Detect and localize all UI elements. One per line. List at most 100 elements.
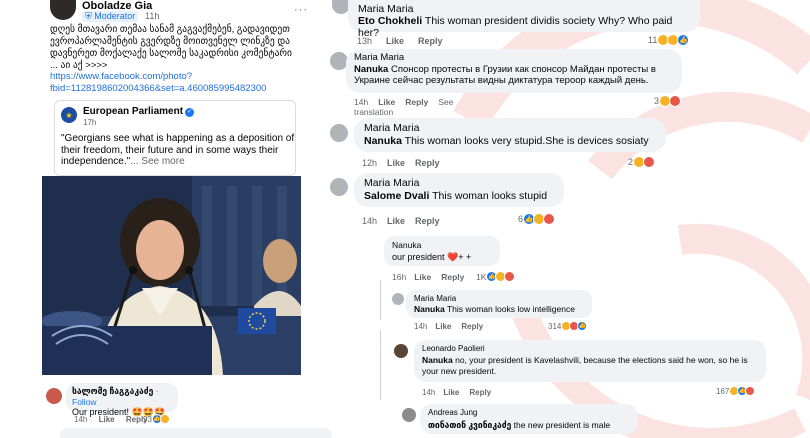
reaction-summary[interactable]: 2 <box>628 156 656 168</box>
reply-button[interactable]: Reply <box>441 272 464 282</box>
comment-actions: 14h Like Reply See translation <box>354 97 453 117</box>
reply-button[interactable]: Reply <box>415 216 440 226</box>
like-button[interactable]: Like <box>386 36 404 46</box>
shared-page-name[interactable]: European Parliament ✓ <box>83 106 195 117</box>
reaction-count: 93 <box>143 414 152 424</box>
comment-bubble: Maria Maria Nanuka This woman looks very… <box>354 118 666 152</box>
comment-time[interactable]: 14h <box>362 216 377 226</box>
comment-actions: 12h Like Reply <box>362 158 454 168</box>
post-timestamp[interactable]: 11h <box>145 11 159 22</box>
reaction-count: 167 <box>716 386 730 396</box>
haha-icon <box>159 414 170 424</box>
comment-text: This woman looks stupid <box>432 190 548 202</box>
comment-mention[interactable]: თინათინ კვინიკაძე <box>428 420 511 430</box>
reaction-summary[interactable]: 167 👍 <box>716 386 756 396</box>
avatar[interactable] <box>402 408 416 422</box>
like-button[interactable]: Like <box>387 158 405 168</box>
comment-author[interactable]: Maria Maria <box>354 52 674 64</box>
comment-author[interactable]: Maria Maria <box>358 3 690 15</box>
avatar[interactable] <box>394 344 408 358</box>
comment-time[interactable]: 14h <box>422 388 435 397</box>
post-link[interactable]: https://www.facebook.com/photo?fbid=1128… <box>50 71 340 95</box>
like-icon: 👍 <box>577 321 588 331</box>
angry-icon <box>745 386 756 396</box>
avatar[interactable] <box>50 0 76 20</box>
comment-author[interactable]: სალომე ჩაგგაკაძე <box>72 386 153 396</box>
reply-button[interactable]: Reply <box>418 36 443 46</box>
comment-actions: 13h Like Reply <box>357 36 457 46</box>
comment-time[interactable]: 14h <box>414 322 427 331</box>
comment-mention[interactable]: Salome Dvali <box>364 190 429 202</box>
avatar[interactable] <box>330 178 348 196</box>
avatar[interactable] <box>392 293 404 305</box>
comment-author[interactable]: Andreas Jung <box>428 407 630 419</box>
angry-icon <box>504 271 516 282</box>
comment-text: no, your president is Kavelashvili, beca… <box>422 354 748 377</box>
reply-button[interactable]: Reply <box>461 322 483 331</box>
reaction-summary[interactable]: 93 👍 <box>143 414 170 424</box>
reply-button[interactable]: Reply <box>415 158 440 168</box>
avatar[interactable] <box>46 388 62 404</box>
moderator-label: Moderator <box>94 11 136 21</box>
thread-line <box>380 330 381 400</box>
reaction-summary[interactable]: 1K 👍 <box>476 271 516 282</box>
reaction-summary[interactable]: 11 👍 <box>648 34 690 46</box>
more-options-icon[interactable]: ··· <box>294 4 308 16</box>
comment-time[interactable]: 14h <box>74 415 87 424</box>
shared-post-quote: "Georgians see what is happening as a de… <box>61 133 295 167</box>
comment-author[interactable]: Leonardo Paolieri <box>422 343 758 355</box>
shared-post-timestamp[interactable]: 17h <box>83 118 96 127</box>
comment-author[interactable]: Maria Maria <box>364 122 656 135</box>
comment-time[interactable]: 16h <box>392 272 406 282</box>
comment-bubble: Leonardo Paolieri Nanuka no, your presid… <box>414 340 766 382</box>
see-translation-link[interactable]: See translation <box>354 97 453 117</box>
comment-mention[interactable]: Nanuka <box>414 304 445 314</box>
comment-author[interactable]: Maria Maria <box>364 177 554 190</box>
comment-mention[interactable]: Nanuka <box>422 355 453 365</box>
like-button[interactable]: Like <box>378 97 395 107</box>
comment-bubble: Nanuka our president ❤️+ + <box>384 236 500 266</box>
like-button[interactable]: Like <box>414 272 431 282</box>
verified-icon: ✓ <box>185 108 195 117</box>
like-button[interactable]: Like <box>387 216 405 226</box>
reaction-count: 1K <box>476 271 487 282</box>
comment-actions: 14h Like Reply <box>422 388 505 397</box>
avatar[interactable] <box>330 124 348 142</box>
like-icon: 👍 <box>677 34 690 46</box>
comment-actions: 14h Like Reply <box>362 216 454 226</box>
comment-time[interactable]: 12h <box>362 158 377 168</box>
reaction-summary[interactable]: 3 <box>654 95 682 107</box>
photo-comment-bubble: სალომე ჩაგგაკაძე · Follow Our president!… <box>66 383 178 417</box>
like-button[interactable]: Like <box>99 415 115 424</box>
reply-button[interactable]: Reply <box>405 97 428 107</box>
see-more-link[interactable]: ... See more <box>130 156 184 167</box>
comment-time[interactable]: 13h <box>357 36 372 46</box>
reply-button[interactable]: Reply <box>469 388 491 397</box>
comment-mention[interactable]: Nanuka <box>364 135 402 147</box>
comment-author[interactable]: Maria Maria <box>414 293 584 304</box>
like-button[interactable]: Like <box>435 322 451 331</box>
reaction-summary[interactable]: 6 👍 <box>518 213 556 225</box>
next-comment-bubble <box>60 428 332 438</box>
comment-text: our president ❤️+ + <box>392 252 472 262</box>
comment-bubble: Maria Maria Nanuka This woman looks low … <box>406 290 592 318</box>
comment-actions: 14h Like Reply <box>414 322 497 331</box>
comment-time[interactable]: 14h <box>354 97 368 107</box>
comment-bubble: Andreas Jung თინათინ კვინიკაძე the new p… <box>420 404 638 434</box>
post-photo[interactable] <box>42 176 301 375</box>
comment-bubble: Maria Maria Nanuka Спонсор протесты в Гр… <box>346 49 682 93</box>
comment-mention[interactable]: Nanuka <box>354 64 388 75</box>
like-button[interactable]: Like <box>443 388 459 397</box>
comment-author[interactable]: Nanuka <box>392 239 492 251</box>
comment-mention[interactable]: Eto Chokheli <box>358 15 422 27</box>
thread-line <box>380 280 381 320</box>
comment-actions: 16h Like Reply <box>392 272 478 282</box>
comment-text: the new president is male <box>513 420 611 430</box>
moderator-badge: ⛨ Moderator <box>82 11 139 22</box>
shield-icon: ⛨ <box>85 11 92 21</box>
comment-bubble: Maria Maria Eto Chokheli This woman pres… <box>348 0 700 39</box>
reaction-summary[interactable]: 314 👍 <box>548 321 588 331</box>
comment-text: This woman looks very stupid.She is devi… <box>404 135 649 147</box>
shared-post[interactable]: ★ European Parliament ✓ 17h "Georgians se… <box>54 100 296 176</box>
european-parliament-logo: ★ <box>61 107 77 123</box>
